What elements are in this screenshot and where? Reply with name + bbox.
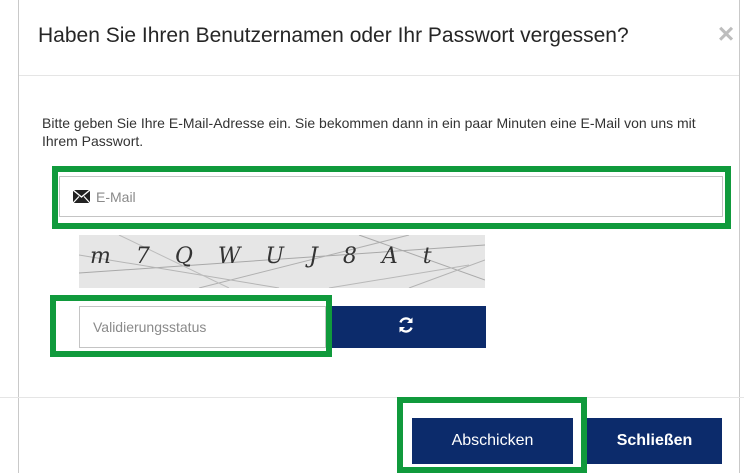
close-icon[interactable]: ×	[715, 20, 737, 48]
captcha-image: m 7 Q W U J 8 A t	[79, 235, 485, 288]
envelope-icon	[72, 189, 91, 204]
instruction-text: Bitte geben Sie Ihre E-Mail-Adresse ein.…	[42, 115, 696, 149]
captcha-text: m 7 Q W U J 8 A t	[90, 244, 441, 269]
validation-input[interactable]	[80, 307, 325, 347]
refresh-icon	[397, 316, 415, 339]
refresh-captcha-button[interactable]	[326, 306, 486, 348]
email-field[interactable]	[59, 176, 723, 217]
submit-button[interactable]: Abschicken	[412, 418, 573, 464]
email-input[interactable]	[94, 187, 722, 206]
close-button[interactable]: Schließen	[587, 418, 722, 464]
footer-divider	[0, 397, 744, 398]
validation-field[interactable]	[79, 306, 326, 348]
dialog-title: Haben Sie Ihren Benutzernamen oder Ihr P…	[38, 24, 629, 47]
dialog-header: Haben Sie Ihren Benutzernamen oder Ihr P…	[19, 0, 739, 76]
